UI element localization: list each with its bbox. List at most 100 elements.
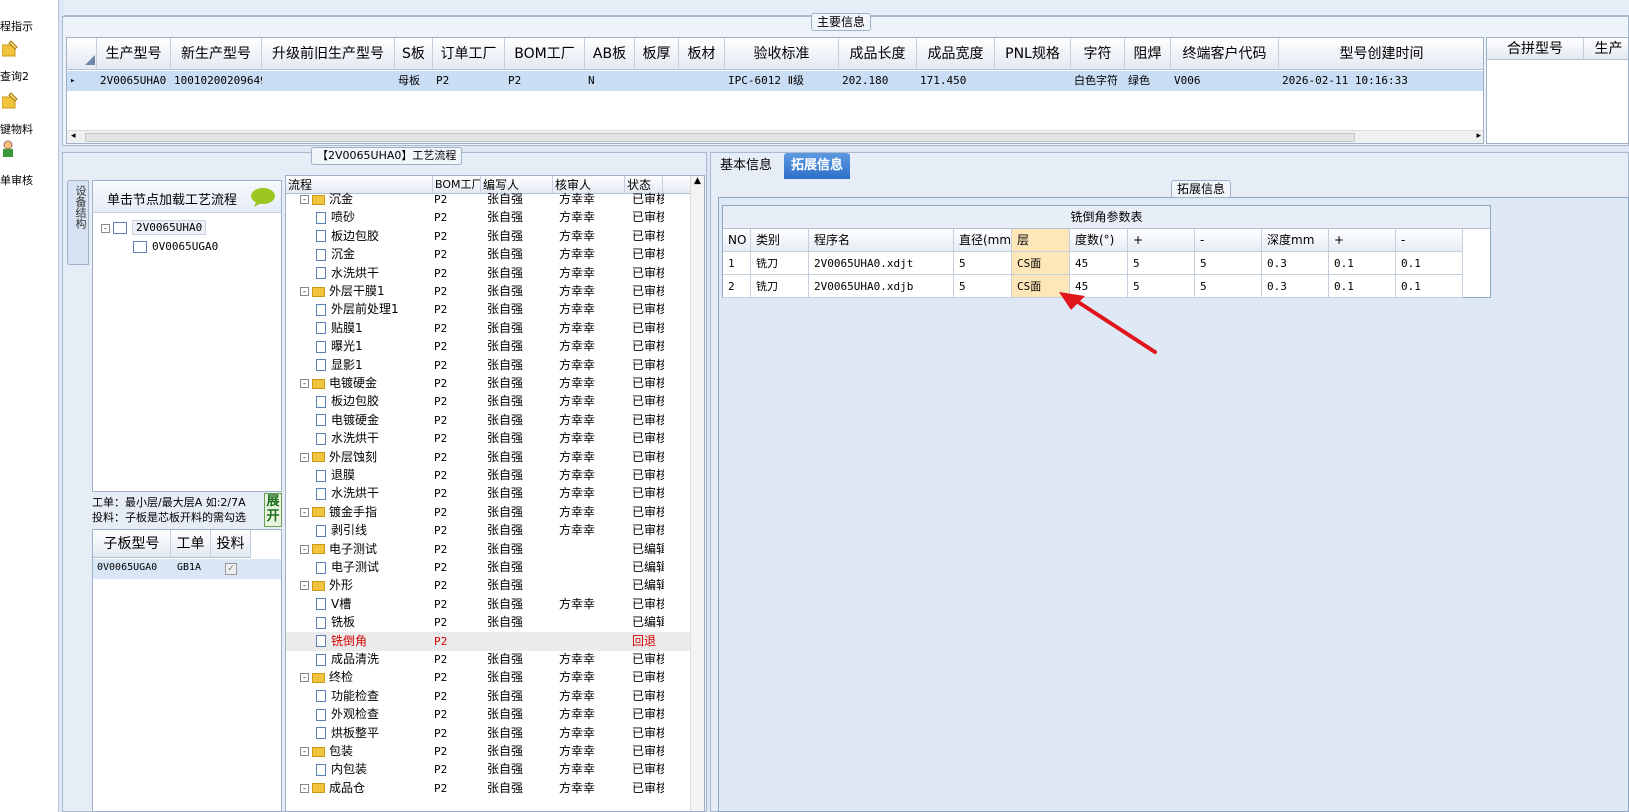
table-cell[interactable]: 绿色 bbox=[1125, 71, 1171, 91]
col-header[interactable]: 终端客户代码 bbox=[1171, 38, 1279, 70]
flow-group-row[interactable]: - 电子测试 P2 张自强 已编辑 bbox=[286, 540, 690, 559]
scroll-left-icon[interactable]: ◂ bbox=[71, 131, 76, 141]
flow-step-row[interactable]: 电子测试 P2 张自强 已编辑 bbox=[286, 558, 690, 577]
flow-step-row[interactable]: 水洗烘干 P2 张自强 方幸幸 已审核 bbox=[286, 264, 690, 283]
col-header[interactable]: 板厚 bbox=[635, 38, 679, 70]
param-cell[interactable]: 5 bbox=[1195, 275, 1262, 298]
flow-step-row[interactable]: 板边包胶 P2 张自强 方幸幸 已审核 bbox=[286, 392, 690, 411]
flow-step-row[interactable]: 内包装 P2 张自强 方幸幸 已审核 bbox=[286, 760, 690, 779]
feed-checkbox[interactable]: ✓ bbox=[225, 563, 237, 575]
table-cell[interactable]: P2 bbox=[505, 71, 585, 91]
flow-step-row[interactable]: 板边包胶 P2 张自强 方幸幸 已审核 bbox=[286, 227, 690, 246]
param-cell[interactable]: 0.1 bbox=[1329, 275, 1396, 298]
param-cell[interactable]: 5 bbox=[1195, 252, 1262, 275]
col-header[interactable]: 新生产型号 bbox=[171, 38, 262, 70]
param-cell[interactable]: 2V0065UHA0.xdjb bbox=[809, 275, 954, 298]
table-cell[interactable]: IPC-6012 Ⅱ级 bbox=[725, 71, 839, 91]
param-col-header[interactable]: 深度mm bbox=[1262, 229, 1329, 252]
flow-step-row[interactable]: 铣倒角 P2 回退 bbox=[286, 631, 690, 651]
flow-group-row[interactable]: - 外层干膜1 P2 张自强 方幸幸 已审核 bbox=[286, 282, 690, 301]
collapse-icon[interactable]: - bbox=[300, 544, 309, 554]
param-col-header[interactable]: - bbox=[1195, 229, 1262, 252]
tab-equipment-structure[interactable]: 设备结构 bbox=[67, 180, 89, 265]
tree-node-root[interactable]: - 2V0065UHA0 bbox=[101, 220, 207, 235]
flow-step-row[interactable]: 电镀硬金 P2 张自强 方幸幸 已审核 bbox=[286, 411, 690, 430]
param-col-header[interactable]: 直径(mm) bbox=[954, 229, 1012, 252]
flow-step-row[interactable]: 外层前处理1 P2 张自强 方幸幸 已审核 bbox=[286, 300, 690, 319]
collapse-icon[interactable]: - bbox=[300, 507, 309, 517]
param-cell[interactable]: 0.1 bbox=[1396, 252, 1463, 275]
table-cell[interactable]: N bbox=[585, 71, 635, 91]
flow-step-row[interactable]: V槽 P2 张自强 方幸幸 已审核 bbox=[286, 595, 690, 614]
table-cell[interactable]: 母板 bbox=[395, 71, 433, 91]
collapse-icon[interactable]: - bbox=[300, 195, 309, 204]
col-header[interactable]: 阻焊 bbox=[1125, 38, 1171, 70]
vertical-scrollbar[interactable]: ▲ bbox=[690, 176, 704, 811]
param-cell[interactable]: 0.3 bbox=[1262, 252, 1329, 275]
collapse-icon[interactable]: - bbox=[300, 673, 309, 683]
table-cell[interactable] bbox=[679, 71, 725, 91]
col-header[interactable]: 成品长度 bbox=[839, 38, 917, 70]
flow-step-row[interactable]: 贴膜1 P2 张自强 方幸幸 已审核 bbox=[286, 319, 690, 338]
param-cell[interactable]: 0.3 bbox=[1262, 275, 1329, 298]
col-header[interactable]: 验收标准 bbox=[725, 38, 839, 70]
param-cell[interactable]: 2 bbox=[723, 275, 751, 298]
param-col-header[interactable]: 程序名 bbox=[809, 229, 954, 252]
collapse-icon[interactable]: - bbox=[300, 379, 309, 388]
flow-step-row[interactable]: 显影1 P2 张自强 方幸幸 已审核 bbox=[286, 356, 690, 375]
param-cell[interactable]: 45 bbox=[1070, 252, 1128, 275]
flow-group-row[interactable]: - 镀金手指 P2 张自强 方幸幸 已审核 bbox=[286, 503, 690, 522]
collapse-icon[interactable]: - bbox=[300, 581, 309, 591]
col-header[interactable]: 成品宽度 bbox=[917, 38, 995, 70]
nav-item-review[interactable]: 单审核 bbox=[0, 140, 58, 187]
col-header[interactable]: 升级前旧生产型号 bbox=[262, 38, 395, 70]
tab-basic-info[interactable]: 基本信息 bbox=[713, 153, 779, 179]
nav-item-query2[interactable]: 查询2 bbox=[0, 40, 58, 83]
col-header[interactable]: S板 bbox=[395, 38, 433, 70]
flow-step-row[interactable]: 功能检查 P2 张自强 方幸幸 已审核 bbox=[286, 687, 690, 706]
param-cell[interactable]: 5 bbox=[954, 252, 1012, 275]
param-col-header[interactable]: + bbox=[1128, 229, 1195, 252]
table-cell[interactable] bbox=[262, 71, 395, 91]
col-header[interactable]: 字符 bbox=[1071, 38, 1125, 70]
param-cell[interactable]: 5 bbox=[954, 275, 1012, 298]
tree-node-child[interactable]: 0V0065UGA0 bbox=[133, 240, 218, 253]
param-col-header[interactable]: - bbox=[1396, 229, 1463, 252]
param-cell[interactable]: 铣刀 bbox=[751, 275, 809, 298]
flow-step-row[interactable]: 水洗烘干 P2 张自强 方幸幸 已审核 bbox=[286, 484, 690, 503]
table-cell[interactable]: 白色字符 bbox=[1071, 71, 1125, 91]
param-cell[interactable]: 0.1 bbox=[1329, 252, 1396, 275]
scroll-up-icon[interactable]: ▲ bbox=[694, 176, 701, 186]
col-header[interactable]: 生产型号 bbox=[97, 38, 171, 70]
param-col-header[interactable]: 度数(°) bbox=[1070, 229, 1128, 252]
param-col-header[interactable]: 层 bbox=[1012, 229, 1070, 252]
param-cell[interactable]: CS面 bbox=[1012, 252, 1070, 275]
table-cell[interactable]: 202.180 bbox=[839, 71, 917, 91]
flow-group-row[interactable]: - 包装 P2 张自强 方幸幸 已审核 bbox=[286, 742, 690, 761]
table-cell[interactable]: 171.450 bbox=[917, 71, 995, 91]
col-header[interactable]: 投料 bbox=[211, 530, 251, 558]
flow-group-row[interactable]: - 外形 P2 张自强 已编辑 bbox=[286, 576, 690, 595]
flow-group-row[interactable]: - 电镀硬金 P2 张自强 方幸幸 已审核 bbox=[286, 374, 690, 393]
nav-item-key-material[interactable]: 键物料 bbox=[0, 92, 58, 136]
param-cell[interactable]: 铣刀 bbox=[751, 252, 809, 275]
col-header[interactable]: 板材 bbox=[679, 38, 725, 70]
flow-step-row[interactable]: 退膜 P2 张自强 方幸幸 已审核 bbox=[286, 466, 690, 485]
scrollbar-thumb[interactable] bbox=[85, 133, 1355, 142]
col-header[interactable]: PNL规格 bbox=[995, 38, 1071, 70]
table-row[interactable]: 0V0065UGA0 GB1A ✓ bbox=[93, 559, 281, 579]
collapse-icon[interactable]: - bbox=[300, 452, 309, 462]
tab-extended-info[interactable]: 拓展信息 bbox=[784, 153, 851, 179]
param-cell[interactable]: 5 bbox=[1128, 252, 1195, 275]
flow-step-row[interactable]: 铣板 P2 张自强 已编辑 bbox=[286, 613, 690, 632]
param-cell[interactable]: 0.1 bbox=[1396, 275, 1463, 298]
table-cell[interactable] bbox=[995, 71, 1071, 91]
table-cell[interactable] bbox=[635, 71, 679, 91]
col-header[interactable]: 合拼型号 bbox=[1487, 38, 1584, 60]
horizontal-scrollbar[interactable]: ◂ ▸ bbox=[67, 130, 1483, 143]
col-header[interactable]: BOM工厂 bbox=[505, 38, 585, 70]
table-cell[interactable]: 2V0065UHA0 bbox=[97, 71, 171, 91]
expand-button[interactable]: 展开 bbox=[264, 493, 282, 527]
flow-step-row[interactable]: 沉金 P2 张自强 方幸幸 已审核 bbox=[286, 245, 690, 264]
param-cell[interactable]: 1 bbox=[723, 252, 751, 275]
